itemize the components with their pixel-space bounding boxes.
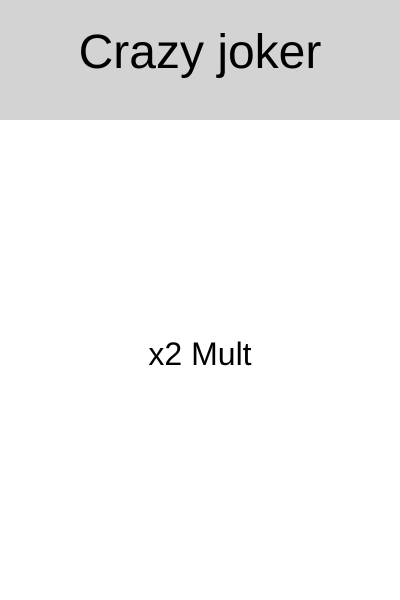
card-body: x2 Mult	[0, 120, 400, 600]
card-title: Crazy joker	[78, 26, 322, 79]
card-header: Crazy joker	[0, 0, 400, 120]
card-effect-text: x2 Mult	[148, 336, 252, 372]
joker-card[interactable]: Crazy joker x2 Mult	[0, 0, 400, 600]
